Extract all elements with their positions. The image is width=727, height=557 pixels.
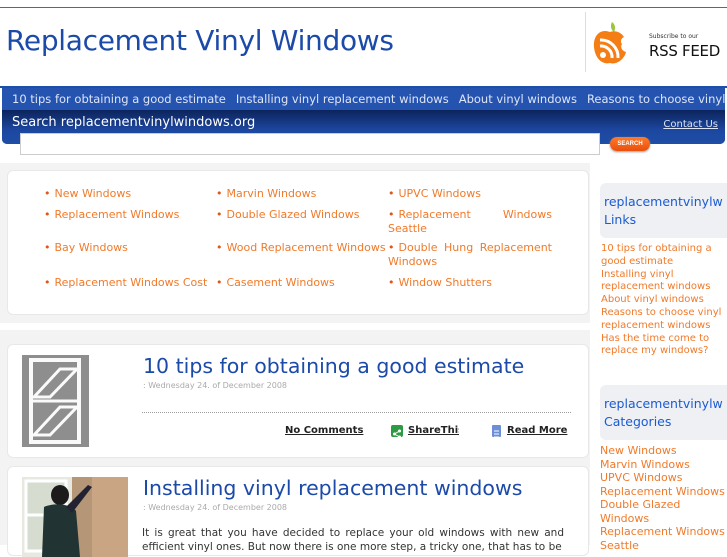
sidebar-links-list: 10 tips for obtaining a good estimate In… [601, 243, 727, 358]
sidebar-link[interactable]: About vinyl windows [601, 294, 727, 307]
rss-apple-icon [593, 22, 626, 64]
category-link[interactable]: • Wood Replacement Windows [216, 241, 386, 255]
installer-thumbnail-image[interactable] [22, 477, 128, 557]
sidebar-category[interactable]: Double Glazed Windows [600, 498, 727, 525]
sidebar-link[interactable]: Reasons to choose vinyl replacement wind… [601, 307, 727, 333]
category-label: Replacement Windows Seattle [388, 208, 552, 235]
bullet-icon: • [216, 187, 223, 200]
comments-link[interactable]: No Comments [285, 425, 363, 436]
bullet-icon: • [44, 241, 51, 254]
post-title[interactable]: 10 tips for obtaining a good estimate [143, 354, 524, 378]
category-label: Marvin Windows [226, 187, 317, 200]
sidebar-category[interactable]: New Windows [600, 444, 727, 458]
search-input[interactable] [20, 133, 600, 155]
sidebar-categories-title: replacementvinylw Categories [604, 395, 727, 431]
bullet-icon: • [44, 208, 51, 221]
category-label: Wood Replacement Windows [226, 241, 386, 254]
category-label: Replacement Windows Cost [54, 276, 208, 289]
category-label: Double Glazed Windows [226, 208, 360, 221]
bullet-icon: • [44, 187, 51, 200]
top-rule [0, 7, 727, 8]
bullet-icon: • [388, 208, 395, 221]
sidebar-category[interactable]: UPVC Windows [600, 471, 727, 485]
category-label: Bay Windows [54, 241, 128, 254]
category-link[interactable]: • Casement Windows [216, 276, 335, 290]
search-button[interactable]: SEARCH [610, 137, 650, 151]
bullet-icon: • [216, 208, 223, 221]
nav-item-about[interactable]: About vinyl windows [459, 92, 577, 106]
bullet-icon: • [388, 241, 395, 254]
category-label: Double Hung Replacement Windows [388, 241, 552, 268]
post-date: : Wednesday 24. of December 2008 [143, 503, 288, 512]
category-link[interactable]: • Double Hung Replacement Windows [388, 241, 552, 269]
sidebar-categories-title-line2: Categories [604, 414, 672, 429]
sidebar-links-title-line2: Links [604, 212, 637, 227]
category-label: Replacement Windows [54, 208, 180, 221]
top-navigation: 10 tips for obtaining a good estimate In… [2, 88, 725, 110]
category-link[interactable]: • Replacement Windows Cost [44, 276, 207, 290]
sidebar-category[interactable]: Replacement Windows Seattle [600, 525, 727, 552]
post-separator [142, 412, 571, 413]
sidebar-link[interactable]: Has the time come to replace my windows? [601, 333, 727, 359]
bullet-icon: • [44, 276, 51, 289]
category-link[interactable]: • Double Glazed Windows [216, 208, 359, 222]
category-link[interactable]: • Marvin Windows [216, 187, 316, 201]
bullet-icon: • [388, 276, 395, 289]
nav-item-installing[interactable]: Installing vinyl replacement windows [236, 92, 449, 106]
category-label: UPVC Windows [398, 187, 482, 200]
category-link[interactable]: • Replacement Windows Seattle [388, 208, 552, 236]
category-label: Casement Windows [226, 276, 335, 289]
sidebar-links-title: replacementvinylw Links [604, 193, 727, 229]
category-link[interactable]: • Bay Windows [44, 241, 128, 255]
rss-subscribe[interactable]: Subscribe to our RSS FEED [585, 12, 727, 72]
sharethis-icon [391, 425, 403, 439]
nav-item-reasons[interactable]: Reasons to choose vinyl [587, 92, 725, 106]
bullet-icon: • [388, 187, 395, 200]
sidebar-links-title-line1: replacementvinylw [604, 194, 723, 209]
site-title[interactable]: Replacement Vinyl Windows [6, 24, 394, 57]
sidebar-link[interactable]: 10 tips for obtaining a good estimate [601, 243, 727, 269]
bullet-icon: • [216, 241, 223, 254]
post-title[interactable]: Installing vinyl replacement windows [143, 476, 522, 500]
post-date: : Wednesday 24. of December 2008 [143, 381, 288, 390]
rss-feed-label: RSS FEED [649, 42, 720, 60]
sidebar-link[interactable]: Installing vinyl replacement windows [601, 269, 727, 295]
sharethis-link[interactable]: ShareThis [408, 425, 459, 436]
contact-us-link[interactable]: Contact Us [663, 119, 718, 130]
category-link[interactable]: • UPVC Windows [388, 187, 552, 201]
post-excerpt: It is great that you have decided to rep… [142, 527, 564, 553]
sidebar-category[interactable]: Marvin Windows [600, 458, 727, 472]
sidebar-category[interactable]: Replacement Windows [600, 485, 727, 499]
read-more-icon [492, 425, 501, 438]
read-more-link[interactable]: Read More [507, 425, 567, 436]
category-label: Window Shutters [398, 276, 492, 289]
rss-subscribe-text: Subscribe to our [649, 33, 699, 40]
category-link[interactable]: • Window Shutters [388, 276, 552, 290]
sidebar-categories-title-line1: replacementvinylw [604, 396, 723, 411]
category-label: New Windows [54, 187, 132, 200]
window-thumbnail-image[interactable] [22, 355, 89, 447]
nav-item-10-tips[interactable]: 10 tips for obtaining a good estimate [12, 92, 226, 106]
category-link[interactable]: • Replacement Windows [44, 208, 179, 222]
sidebar-categories-list: New Windows Marvin Windows UPVC Windows … [600, 444, 727, 552]
category-link[interactable]: • New Windows [44, 187, 131, 201]
bullet-icon: • [216, 276, 223, 289]
search-label: Search replacementvinylwindows.org [12, 115, 256, 130]
